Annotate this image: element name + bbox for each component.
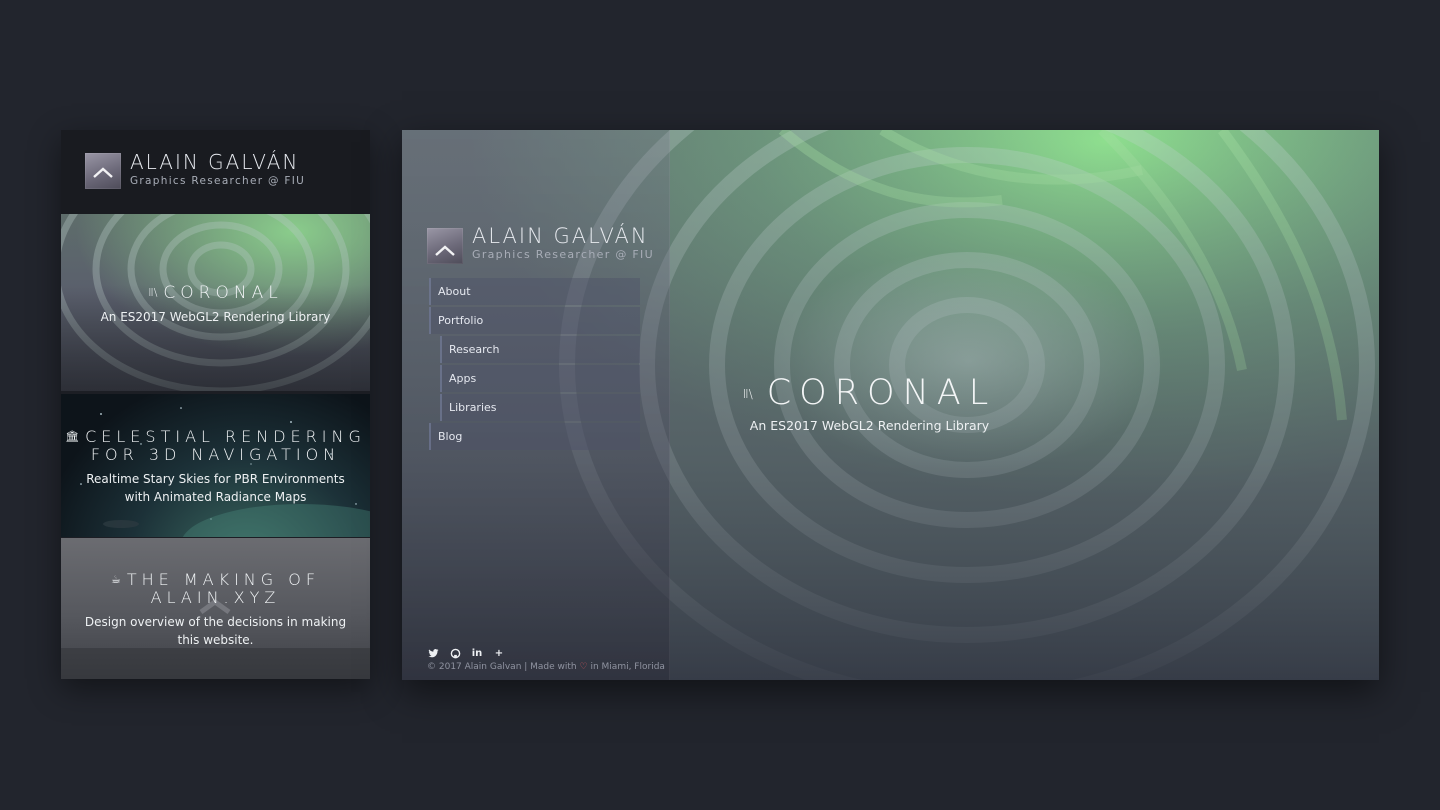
logo-icon[interactable] (427, 228, 463, 264)
card-making-of[interactable]: ☕︎ THE MAKING OF ALAIN.XYZ Design overvie… (61, 538, 370, 679)
card-description: Design overview of the decisions in maki… (84, 615, 347, 647)
sidebar-item-research[interactable]: Research (440, 336, 640, 363)
mobile-header: ALAIN GALVÁN Graphics Researcher @ FIU (61, 130, 370, 214)
institution-icon: 🏛︎ (65, 430, 80, 443)
social-links: in + (427, 647, 505, 661)
sidebar: ALAIN GALVÁN Graphics Researcher @ FIU A… (402, 130, 670, 680)
sidebar-item-libraries[interactable]: Libraries (440, 394, 640, 421)
sidebar-item-about[interactable]: About (429, 278, 640, 305)
linkedin-icon[interactable]: in (471, 647, 483, 659)
sidebar-item-portfolio[interactable]: Portfolio (429, 307, 640, 334)
twitter-icon[interactable] (427, 647, 439, 659)
heart-icon: ♡ (579, 662, 588, 672)
mobile-preview: ALAIN GALVÁN Graphics Researcher @ FIU Ⅱ… (61, 130, 370, 679)
card-coronal[interactable]: Ⅱ\ CORONAL An ES2017 WebGL2 Rendering Lib… (61, 214, 370, 391)
sidebar-item-blog[interactable]: Blog (429, 423, 640, 450)
card-title: ☕︎ THE MAKING OF ALAIN.XYZ (110, 570, 321, 607)
card-celestial-rendering[interactable]: 🏛︎ CELESTIAL RENDERING FOR 3D NAVIGATION … (61, 394, 370, 537)
sidebar-nav: About Portfolio Research Apps Libraries … (429, 278, 640, 452)
card-title: 🏛︎ CELESTIAL RENDERING FOR 3D NAVIGATION (65, 427, 366, 464)
hero-subtitle: An ES2017 WebGL2 Rendering Library (749, 418, 990, 433)
desktop-preview: ALAIN GALVÁN Graphics Researcher @ FIU A… (402, 130, 1379, 680)
logo-icon[interactable] (85, 153, 121, 189)
brand-tagline: Graphics Researcher @ FIU (130, 175, 306, 187)
brand-name[interactable]: ALAIN GALVÁN (472, 224, 649, 248)
library-icon: Ⅱ\ (148, 286, 158, 299)
github-icon[interactable] (449, 647, 461, 659)
card-description: Realtime Stary Skies for PBR Environment… (86, 472, 345, 504)
sidebar-item-apps[interactable]: Apps (440, 365, 640, 392)
card-title: Ⅱ\ CORONAL (148, 283, 283, 303)
hero-title: Ⅱ\ CORONAL (742, 373, 997, 413)
plus-icon[interactable]: + (493, 647, 505, 659)
brand-name[interactable]: ALAIN GALVÁN (130, 150, 299, 174)
hero: Ⅱ\ CORONAL An ES2017 WebGL2 Rendering Lib… (670, 373, 1379, 433)
coffee-icon: ☕︎ (110, 573, 121, 586)
brand-tagline: Graphics Researcher @ FIU (472, 248, 654, 261)
card-description: An ES2017 WebGL2 Rendering Library (100, 310, 331, 324)
library-icon: Ⅱ\ (742, 387, 753, 401)
footer-copyright: © 2017 Alain Galvan | Made with ♡ in Mia… (427, 662, 665, 672)
